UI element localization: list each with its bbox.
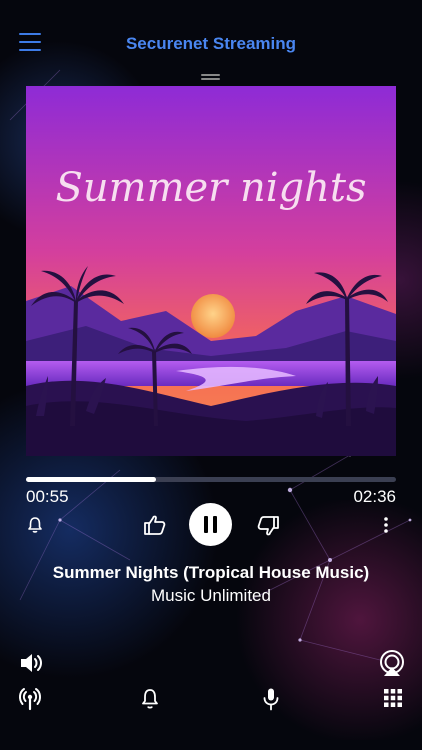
more-vertical-icon[interactable] (381, 516, 391, 534)
progress-bar[interactable] (26, 477, 396, 482)
track-title: Summer Nights (Tropical House Music) (52, 563, 370, 582)
app-title: Securenet Streaming (125, 34, 297, 53)
thumbs-down-icon[interactable] (256, 515, 280, 537)
speaker-volume-icon[interactable] (19, 651, 45, 675)
album-artwork: Summer nights (26, 86, 396, 456)
progress-fill (26, 477, 157, 482)
pause-icon (204, 516, 208, 533)
broadcast-icon[interactable] (18, 687, 42, 711)
bell-icon[interactable] (140, 688, 160, 710)
drag-handle-icon[interactable] (201, 74, 220, 80)
pause-icon-bar (213, 516, 217, 533)
artwork-script-text: Summer nights (55, 165, 366, 211)
total-time: 02:36 (353, 487, 396, 506)
elapsed-time: 00:55 (26, 487, 69, 506)
top-bar: Securenet Streaming (0, 0, 422, 80)
track-artist: Music Unlimited (151, 586, 271, 605)
airplay-icon[interactable] (378, 650, 406, 677)
pause-button[interactable] (189, 503, 232, 546)
grid-icon[interactable] (384, 689, 402, 707)
alarm-bell-icon[interactable] (26, 516, 44, 534)
microphone-icon[interactable] (262, 687, 280, 711)
thumbs-up-icon[interactable] (143, 514, 167, 536)
